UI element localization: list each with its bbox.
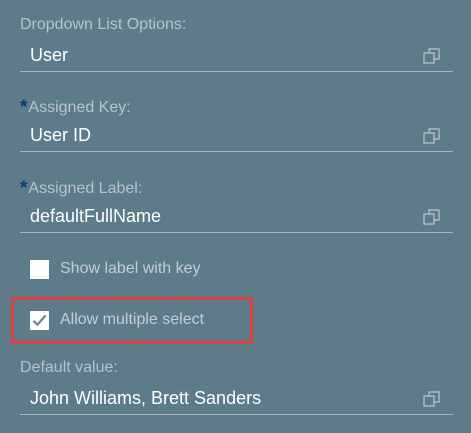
checkbox-box[interactable] <box>30 310 49 330</box>
assigned-label-label: *Assigned Label: <box>20 177 142 199</box>
value-help-icon[interactable] <box>423 390 441 408</box>
allow-multiple-select-checkbox[interactable]: Allow multiple select <box>30 309 204 331</box>
default-value-value: John Williams, Brett Sanders <box>30 388 262 408</box>
show-label-with-key-checkbox[interactable]: Show label with key <box>30 258 201 280</box>
assigned-key-value: User ID <box>30 125 92 145</box>
value-help-icon[interactable] <box>423 47 441 65</box>
dropdown-list-options-field[interactable]: User <box>20 42 453 72</box>
show-label-with-key-label: Show label with key <box>60 260 201 277</box>
assigned-key-label-text: Assigned Key: <box>28 99 131 116</box>
dropdown-list-options-label: Dropdown List Options: <box>20 16 187 33</box>
allow-multiple-select-label: Allow multiple select <box>60 311 205 328</box>
required-marker: * <box>20 178 28 199</box>
assigned-label-label-text: Assigned Label: <box>28 180 143 197</box>
dropdown-list-options-value: User <box>30 45 69 65</box>
default-value-label: Default value: <box>20 359 118 376</box>
assigned-label-value: defaultFullName <box>30 206 162 226</box>
value-help-icon[interactable] <box>423 127 441 145</box>
required-marker: * <box>20 97 28 118</box>
default-value-field[interactable]: John Williams, Brett Sanders <box>20 385 453 415</box>
assigned-key-field[interactable]: User ID <box>20 122 453 152</box>
assigned-label-field[interactable]: defaultFullName <box>20 203 453 233</box>
dropdown-settings-panel: Dropdown List Options: User *Assigned Ke… <box>0 0 471 433</box>
value-help-icon[interactable] <box>423 208 441 226</box>
checkbox-box[interactable] <box>30 259 49 279</box>
checkmark-icon <box>32 314 47 326</box>
assigned-key-label: *Assigned Key: <box>20 96 131 118</box>
